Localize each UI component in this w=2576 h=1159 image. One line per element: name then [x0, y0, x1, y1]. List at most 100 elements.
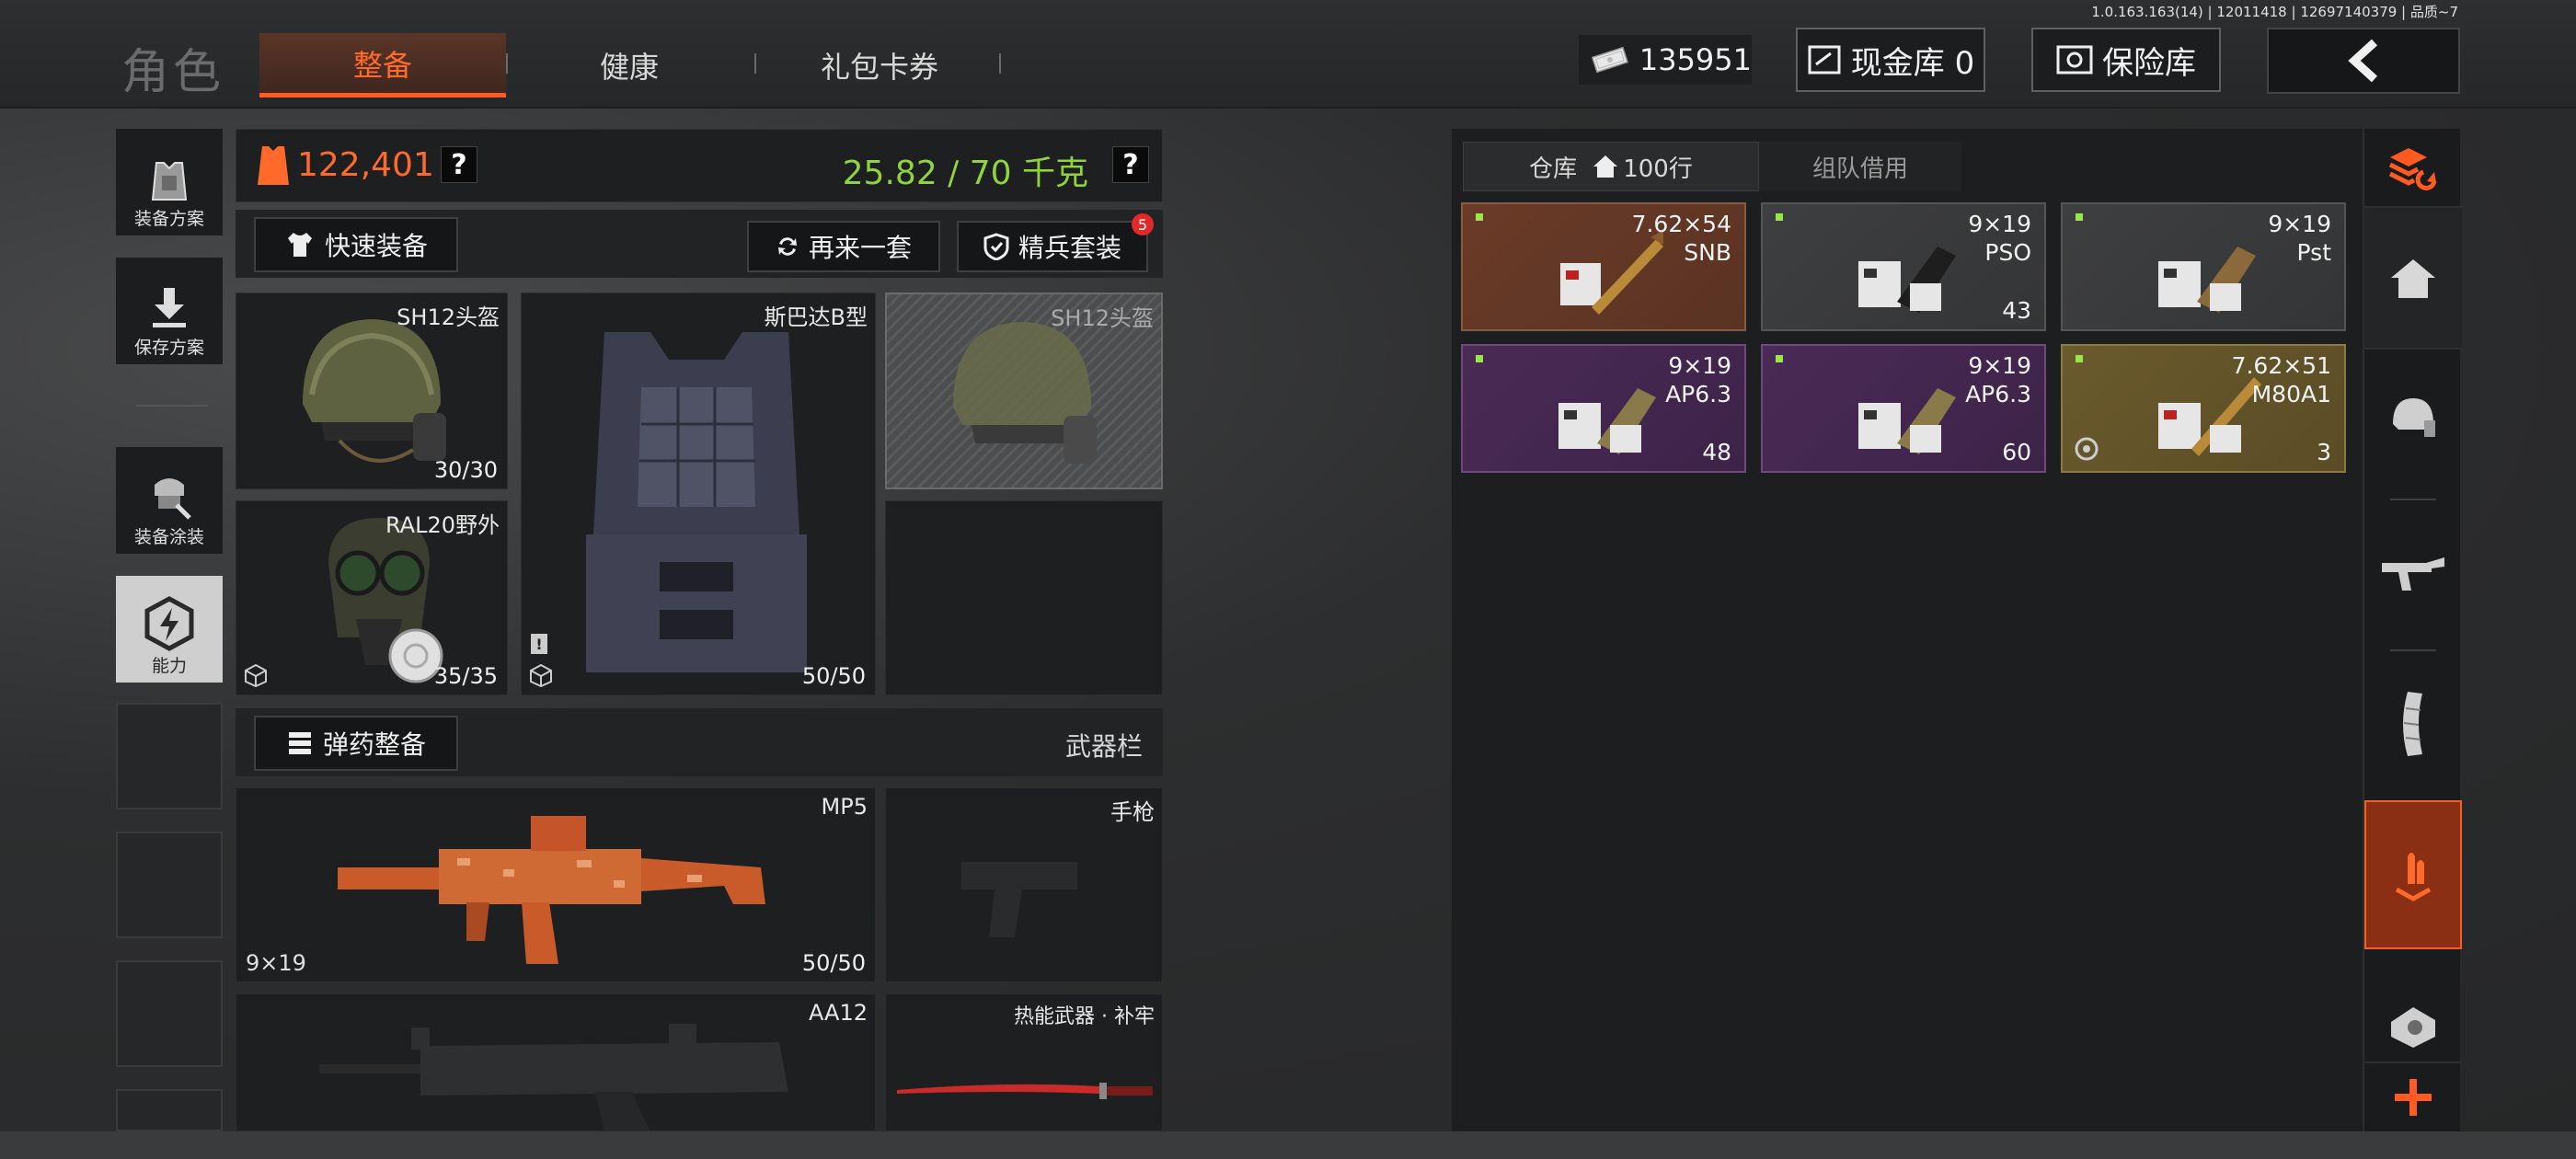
scope-icon: [2391, 1007, 2435, 1048]
rail-helmet[interactable]: [2364, 353, 2462, 482]
tab-warehouse-label: 仓库: [1529, 155, 1578, 183]
cash-vault-button[interactable]: 现金库 0: [1796, 28, 1985, 92]
mask-name: RAL20野外: [385, 512, 500, 538]
storage-item[interactable]: 9×19 PSO 43: [1761, 202, 2046, 331]
storage-item[interactable]: 9×19 AP6.3 60: [1761, 344, 2046, 473]
mask-slot[interactable]: RAL20野外 35/35: [236, 500, 508, 695]
ammo-box-icon: [1858, 388, 1956, 454]
rail-rifles[interactable]: [2364, 506, 2462, 644]
helmet-name: SH12头盔: [397, 304, 500, 330]
warning-icon: !: [531, 634, 547, 654]
aa12-image: [319, 1024, 788, 1130]
quick-equip-button[interactable]: 快速装备: [254, 217, 458, 272]
safe-vault-button[interactable]: 保险库: [2031, 28, 2221, 92]
ammo-icon: [2395, 853, 2432, 901]
weight-help-button[interactable]: ?: [1112, 146, 1149, 183]
storage-panel: 仓库 100行 组队借用 7.62×54 SNB 9×19 PSO 43 9×19 P…: [1452, 129, 2363, 1131]
rail-ammo[interactable]: [2364, 800, 2462, 949]
tab-warehouse[interactable]: 仓库 100行: [1463, 142, 1759, 191]
item-type: PSO: [1984, 239, 2031, 266]
tab-separator: [506, 53, 508, 74]
bottom-strip: [0, 1131, 2576, 1159]
secondary-weapon-name: AA12: [808, 1000, 868, 1026]
sidebar-empty-slot: [116, 1089, 223, 1131]
item-type: AP6.3: [1965, 381, 2031, 407]
item-caliber: 9×19: [1668, 352, 1731, 379]
back-arrow-icon: [2348, 39, 2378, 83]
item-count: 48: [1702, 439, 1731, 465]
home-icon: [1593, 155, 1618, 178]
sidebar-item-label: 保存方案: [133, 338, 204, 358]
sidebar-item-label: 装备涂装: [133, 527, 204, 547]
primary-weapon-caliber: 9×19: [246, 950, 306, 976]
new-marker: [1776, 355, 1783, 362]
storage-item[interactable]: 9×19 Pst: [2061, 202, 2346, 331]
again-set-button[interactable]: 再来一套: [747, 221, 940, 272]
tab-health-label: 健康: [599, 50, 659, 85]
primary-weapon-slot[interactable]: MP5 9×19 50/50: [236, 787, 876, 982]
tab-health[interactable]: 健康: [523, 33, 736, 98]
rail-add-button[interactable]: [2364, 1061, 2462, 1131]
mask-durability: 35/35: [433, 663, 498, 689]
rail-separator: [2390, 499, 2436, 500]
lightning-ability-icon: [144, 596, 194, 651]
save-download-icon: [153, 288, 186, 327]
ammo-equip-button[interactable]: 弹药整备: [254, 716, 458, 771]
pistol-slot-label: 手枪: [1110, 799, 1155, 825]
armor-name: 斯巴达B型: [764, 304, 868, 330]
layers-refresh-icon: [2388, 148, 2437, 190]
sidebar-item-save-plan[interactable]: 保存方案: [116, 258, 223, 364]
pistol-slot[interactable]: 手枪: [885, 787, 1163, 982]
armor-durability: 50/50: [801, 663, 866, 689]
melee-slot[interactable]: 热能武器 · 补牢: [885, 993, 1163, 1131]
primary-weapon-ammo: 50/50: [801, 950, 866, 976]
money-value: 135951: [1639, 42, 1752, 77]
sidebar-item-label: 装备方案: [133, 209, 204, 229]
weapon-bar-label: 武器栏: [1064, 731, 1143, 762]
tab-loadout-label: 整备: [352, 47, 412, 83]
elite-set-button[interactable]: 精兵套装: [957, 221, 1148, 272]
elite-set-badge: 5: [1132, 213, 1154, 235]
primary-weapon-name: MP5: [821, 794, 868, 820]
cube-icon: [530, 663, 552, 687]
storage-item[interactable]: 7.62×54 SNB: [1461, 202, 1746, 331]
armor-slot[interactable]: 斯巴达B型 ! 50/50: [521, 293, 876, 695]
tab-gift-vouchers[interactable]: 礼包卡券: [773, 33, 986, 98]
shield-icon: [983, 233, 1009, 260]
ammo-stack-icon: [288, 732, 311, 754]
item-count: 43: [2002, 297, 2031, 324]
new-marker: [1476, 213, 1483, 221]
rail-home[interactable]: [2364, 206, 2462, 350]
item-type: Pst: [2296, 239, 2331, 266]
secondary-weapon-slot[interactable]: AA12: [236, 993, 876, 1131]
rail-magazines[interactable]: [2364, 655, 2462, 793]
new-marker: [2076, 213, 2083, 221]
paint-skin-icon: [155, 478, 191, 520]
loadout-value: 122,401: [297, 146, 434, 184]
rail-all-categories[interactable]: [2364, 129, 2462, 206]
plus-icon: [2395, 1079, 2432, 1116]
rail-separator: [2390, 649, 2436, 651]
cash-icon: [1591, 46, 1628, 74]
tab-team-borrow[interactable]: 组队借用: [1759, 142, 1961, 191]
storage-item[interactable]: 7.62×51 M80A1 3: [2061, 344, 2346, 473]
sidebar-item-loadout-plan[interactable]: 装备方案: [116, 129, 223, 235]
helmet-slot[interactable]: SH12头盔 30/30: [236, 293, 508, 489]
sidebar-empty-slot: [116, 960, 223, 1067]
helmet-skin-slot[interactable]: SH12头盔: [885, 293, 1163, 489]
item-caliber: 9×19: [1968, 352, 2031, 379]
item-count: 3: [2317, 439, 2331, 465]
tab-loadout[interactable]: 整备: [259, 33, 506, 98]
sidebar-item-paint[interactable]: 装备涂装: [116, 447, 223, 554]
storage-item[interactable]: 9×19 AP6.3 48: [1461, 344, 1746, 473]
ammo-box-icon: [1858, 247, 1956, 313]
item-caliber: 9×19: [2268, 211, 2331, 237]
katana-image: [897, 1083, 1153, 1099]
back-button[interactable]: [2267, 28, 2460, 94]
value-help-button[interactable]: ?: [441, 146, 477, 183]
empty-equipment-slot[interactable]: [885, 500, 1163, 695]
item-caliber: 7.62×51: [2231, 352, 2331, 379]
new-marker: [2076, 355, 2083, 362]
again-set-label: 再来一套: [808, 233, 912, 263]
sidebar-item-ability[interactable]: 能力: [116, 576, 223, 683]
